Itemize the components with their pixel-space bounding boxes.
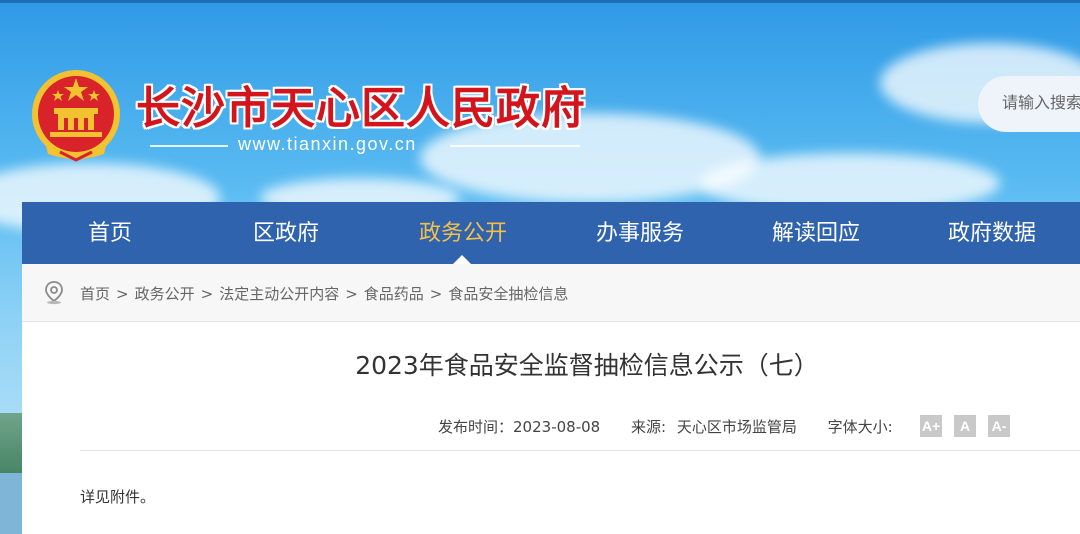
source-value: 天心区市场监管局 — [676, 418, 797, 436]
breadcrumb-separator: > — [345, 285, 358, 303]
font-decrease-button[interactable]: A- — [988, 415, 1010, 437]
meta-divider — [80, 450, 1080, 451]
content-panel: 首页 > 政务公开 > 法定主动公开内容 > 食品药品 > 食品安全抽检信息 2023年食品安全… — [22, 264, 1080, 534]
font-default-button[interactable]: A — [954, 415, 976, 437]
nav-item-gov-data[interactable]: 政府数据 — [904, 202, 1080, 264]
nav-item-government[interactable]: 区政府 — [198, 202, 374, 264]
url-left-line — [150, 145, 228, 147]
search-input[interactable]: 请输入搜索 — [978, 76, 1080, 132]
breadcrumb-separator: > — [429, 285, 443, 303]
source-label: 来源: — [630, 418, 667, 436]
publish-label: 发布时间： — [438, 418, 514, 436]
font-size-label: 字体大小: — [827, 418, 893, 436]
breadcrumb: 首页 > 政务公开 > 法定主动公开内容 > 食品药品 > 食品安全抽检信息 — [22, 264, 1080, 322]
main-nav: 首页 区政府 政务公开 办事服务 解读回应 政府数据 — [22, 202, 1080, 264]
article-meta: 发布时间：2023-08-08 来源: 天心区市场监管局 字体大小: — [438, 416, 893, 437]
breadcrumb-separator: > — [200, 285, 214, 303]
breadcrumb-separator: > — [116, 285, 129, 303]
nav-item-interpretation[interactable]: 解读回应 — [728, 202, 904, 264]
landscape-water — [0, 473, 22, 534]
site-title: 长沙市天心区人民政府 — [136, 83, 586, 134]
site-url: www.tianxin.gov.cn — [238, 134, 417, 154]
breadcrumb-food-drugs[interactable]: 食品药品 — [364, 285, 424, 303]
breadcrumb-food-inspection[interactable]: 食品安全抽检信息 — [448, 285, 568, 303]
article-body: 详见附件。 — [80, 488, 156, 506]
national-emblem-icon — [32, 70, 120, 162]
nav-active-caret — [453, 255, 471, 264]
article-title: 2023年食品安全监督抽检信息公示（七） — [355, 351, 819, 380]
url-right-line — [450, 145, 580, 147]
site-url-row: www.tianxin.gov.cn — [150, 134, 580, 158]
breadcrumb-statutory-disclosure[interactable]: 法定主动公开内容 — [219, 285, 339, 303]
nav-item-services[interactable]: 办事服务 — [552, 202, 728, 264]
font-increase-button[interactable]: A+ — [920, 415, 942, 437]
nav-item-home[interactable]: 首页 — [22, 202, 198, 264]
breadcrumb-gov-affairs[interactable]: 政务公开 — [135, 285, 195, 303]
publish-date: 2023-08-08 — [513, 418, 601, 436]
location-pin-icon — [45, 281, 63, 305]
breadcrumb-trail: 首页 > 政务公开 > 法定主动公开内容 > 食品药品 > 食品安全抽检信息 — [80, 283, 568, 304]
breadcrumb-home[interactable]: 首页 — [80, 285, 110, 303]
